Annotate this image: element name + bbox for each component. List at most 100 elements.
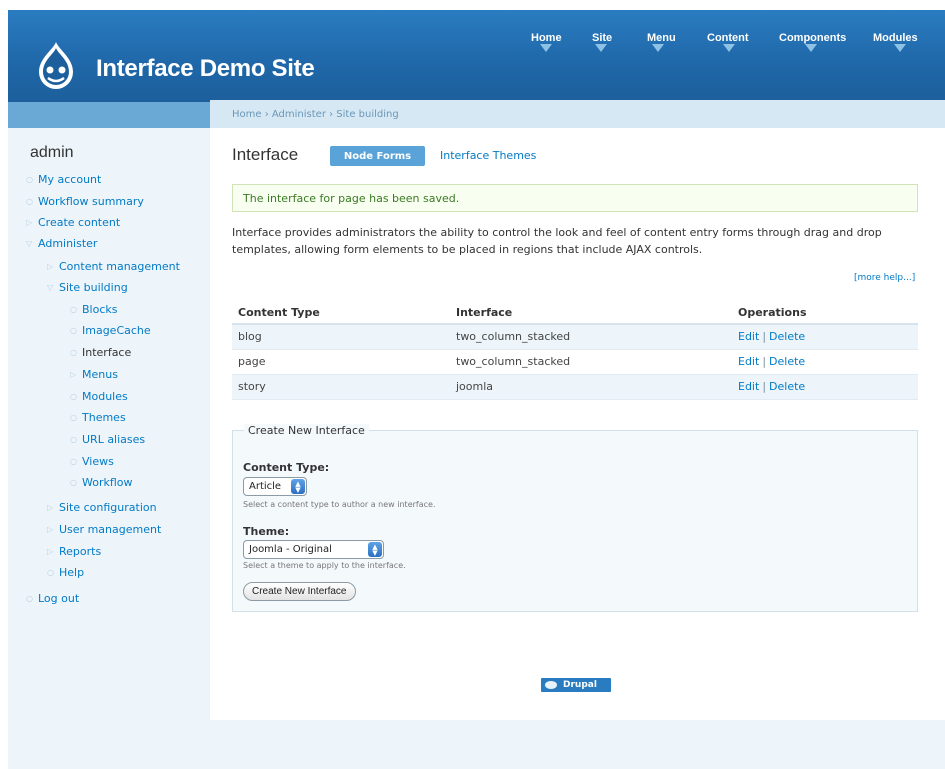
nav-home[interactable]: Home (531, 32, 562, 44)
cell-interface: two_column_stacked (450, 349, 732, 375)
sidebar-item-label: Modules (82, 390, 128, 403)
column-header-operations: Operations (732, 302, 918, 325)
sidebar-item-label: Log out (38, 592, 80, 605)
leaf-bullet-icon: ○ (70, 478, 77, 487)
sidebar-item-label: Workflow (82, 476, 133, 489)
sidebar-item-menus[interactable]: ▷ Menus (70, 368, 118, 381)
select-arrows-icon: ▲ ▼ (291, 479, 305, 494)
table-header-row: Content Type Interface Operations (232, 302, 918, 325)
sidebar-item-help[interactable]: ○ Help (47, 566, 84, 579)
nav-marker-icon (595, 44, 607, 52)
nav-marker-icon (805, 44, 817, 52)
separator: | (762, 380, 767, 393)
edit-link[interactable]: Edit (738, 355, 759, 368)
nav-marker-icon (894, 44, 906, 52)
cell-operations: Edit | Delete (732, 349, 918, 375)
sidebar-item-label: ImageCache (82, 324, 151, 337)
breadcrumb[interactable]: Home › Administer › Site building (232, 109, 399, 120)
content-type-select[interactable]: Article ▲ ▼ (243, 477, 307, 496)
sidebar-item-themes[interactable]: ○ Themes (70, 411, 126, 424)
nav-modules[interactable]: Modules (873, 32, 918, 44)
sidebar-item-workflow-summary[interactable]: ○ Workflow summary (26, 195, 144, 208)
tab-node-forms[interactable]: Node Forms (330, 146, 425, 166)
status-message: The interface for page has been saved. (232, 184, 918, 212)
leaf-bullet-icon: ○ (26, 594, 33, 603)
sidebar-item-reports[interactable]: ▷ Reports (47, 545, 101, 558)
sidebar-username: admin (30, 144, 74, 161)
separator: | (762, 355, 767, 368)
sidebar-item-label: Create content (38, 216, 121, 229)
collapsed-arrow-icon: ▷ (47, 547, 54, 556)
table-row: story joomla Edit | Delete (232, 374, 918, 400)
leaf-bullet-icon: ○ (70, 326, 77, 335)
site-name[interactable]: Interface Demo Site (96, 55, 315, 83)
sidebar-item-label: Administer (38, 237, 98, 250)
content-type-select-value: Article (249, 481, 282, 492)
table-row: page two_column_stacked Edit | Delete (232, 349, 918, 375)
badge-label: Drupal (563, 680, 597, 690)
sidebar-item-content-management[interactable]: ▷ Content management (47, 260, 180, 273)
leaf-bullet-icon: ○ (70, 413, 77, 422)
sidebar-item-workflow[interactable]: ○ Workflow (70, 476, 133, 489)
cell-content-type: story (232, 374, 450, 400)
collapsed-arrow-icon: ▷ (26, 218, 33, 227)
nav-content[interactable]: Content (707, 32, 749, 44)
edit-link[interactable]: Edit (738, 380, 759, 393)
nav-components[interactable]: Components (779, 32, 846, 44)
leaf-bullet-icon: ○ (70, 392, 77, 401)
powered-by-drupal-badge[interactable]: Drupal (541, 678, 611, 692)
sidebar-item-my-account[interactable]: ○ My account (26, 173, 101, 186)
cell-content-type: blog (232, 324, 450, 350)
leaf-bullet-icon: ○ (70, 305, 77, 314)
more-help-link[interactable]: [more help...] (854, 273, 915, 283)
sidebar-item-log-out[interactable]: ○ Log out (26, 592, 79, 605)
sidebar-item-site-configuration[interactable]: ▷ Site configuration (47, 501, 157, 514)
sidebar-item-user-management[interactable]: ▷ User management (47, 523, 161, 536)
nav-marker-icon (723, 44, 735, 52)
column-header-interface: Interface (450, 302, 732, 325)
sidebar-item-views[interactable]: ○ Views (70, 455, 114, 468)
leaf-bullet-icon: ○ (47, 568, 54, 577)
sidebar-item-imagecache[interactable]: ○ ImageCache (70, 324, 151, 337)
sidebar-item-label: Site building (59, 281, 128, 294)
delete-link[interactable]: Delete (769, 355, 805, 368)
sidebar-item-label: Views (82, 455, 114, 468)
leaf-bullet-icon: ○ (26, 175, 33, 184)
collapsed-arrow-icon: ▷ (47, 525, 54, 534)
sidebar-item-url-aliases[interactable]: ○ URL aliases (70, 433, 145, 446)
expanded-arrow-icon: ▽ (47, 283, 54, 292)
collapsed-arrow-icon: ▷ (47, 262, 54, 271)
delete-link[interactable]: Delete (769, 380, 805, 393)
sidebar-item-label: My account (38, 173, 102, 186)
drupal-drop-icon (545, 681, 557, 689)
create-new-interface-button[interactable]: Create New Interface (243, 582, 356, 601)
theme-label: Theme: (243, 525, 290, 538)
nav-menu[interactable]: Menu (647, 32, 676, 44)
sidebar-item-label: User management (59, 523, 162, 536)
intro-text: Interface provides administrators the ab… (232, 226, 882, 256)
interfaces-table: Content Type Interface Operations blog t… (232, 302, 918, 400)
sidebar-item-modules[interactable]: ○ Modules (70, 390, 128, 403)
cell-operations: Edit | Delete (732, 374, 918, 400)
sidebar-item-interface[interactable]: ○ Interface (70, 346, 131, 359)
content-type-label: Content Type: (243, 461, 330, 474)
leaf-bullet-icon: ○ (70, 348, 77, 357)
top-navigation: Home Site Menu Content Components Module… (0, 32, 945, 52)
sidebar-item-blocks[interactable]: ○ Blocks (70, 303, 117, 316)
theme-select[interactable]: Joomla - Original ▲ ▼ (243, 540, 384, 559)
nav-site[interactable]: Site (592, 32, 612, 44)
sidebar-item-administer[interactable]: ▽ Administer (26, 237, 97, 250)
cell-operations: Edit | Delete (732, 324, 918, 350)
content-type-description: Select a content type to author a new in… (243, 500, 436, 509)
sidebar-item-site-building[interactable]: ▽ Site building (47, 281, 128, 294)
edit-link[interactable]: Edit (738, 330, 759, 343)
nav-marker-icon (540, 44, 552, 52)
delete-link[interactable]: Delete (769, 330, 805, 343)
sidebar-item-label: URL aliases (82, 433, 146, 446)
sidebar-item-label: Blocks (82, 303, 118, 316)
column-header-content-type: Content Type (232, 302, 450, 325)
tab-interface-themes[interactable]: Interface Themes (440, 149, 536, 162)
sidebar-item-create-content[interactable]: ▷ Create content (26, 216, 120, 229)
sidebar-item-label: Content management (59, 260, 180, 273)
theme-description: Select a theme to apply to the interface… (243, 561, 406, 570)
